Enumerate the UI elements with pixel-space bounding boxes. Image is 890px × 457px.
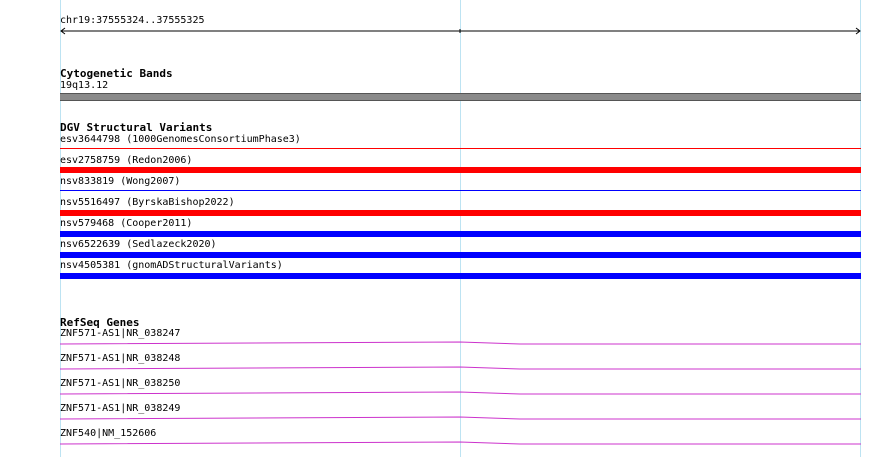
variant-label: esv3644798 (1000GenomesConsortiumPhase3)	[60, 134, 301, 145]
variant-label: nsv579468 (Cooper2011)	[60, 218, 193, 229]
variant-label: nsv833819 (Wong2007)	[60, 176, 181, 187]
track-title-cytoband: Cytogenetic Bands	[60, 67, 173, 80]
variant-label: nsv6522639 (Sedlazeck2020)	[60, 239, 217, 250]
cytoband-label: 19q13.12	[60, 80, 109, 91]
gene-model-line[interactable]	[59, 364, 861, 372]
variant-bar[interactable]	[60, 210, 861, 216]
variant-label: nsv5516497 (ByrskaBishop2022)	[60, 197, 235, 208]
gene-model-line[interactable]	[59, 339, 861, 347]
genome-browser-view: { "location": { "label": "chr19:37555324…	[0, 0, 890, 457]
variant-label: nsv4505381 (gnomADStructuralVariants)	[60, 260, 283, 271]
cytoband-bar[interactable]	[60, 93, 861, 101]
gene-model-line[interactable]	[59, 389, 861, 397]
variant-bar[interactable]	[60, 273, 861, 279]
track-title-dgv: DGV Structural Variants	[60, 121, 213, 134]
variant-bar[interactable]	[60, 252, 861, 258]
variant-label: esv2758759 (Redon2006)	[60, 155, 193, 166]
variant-bar[interactable]	[60, 167, 861, 173]
gene-model-line[interactable]	[59, 439, 861, 447]
gene-model-line[interactable]	[59, 414, 861, 422]
variant-bar[interactable]	[60, 231, 861, 237]
variant-bar[interactable]	[60, 148, 861, 149]
variant-bar[interactable]	[60, 190, 861, 191]
position-ruler	[60, 27, 861, 35]
